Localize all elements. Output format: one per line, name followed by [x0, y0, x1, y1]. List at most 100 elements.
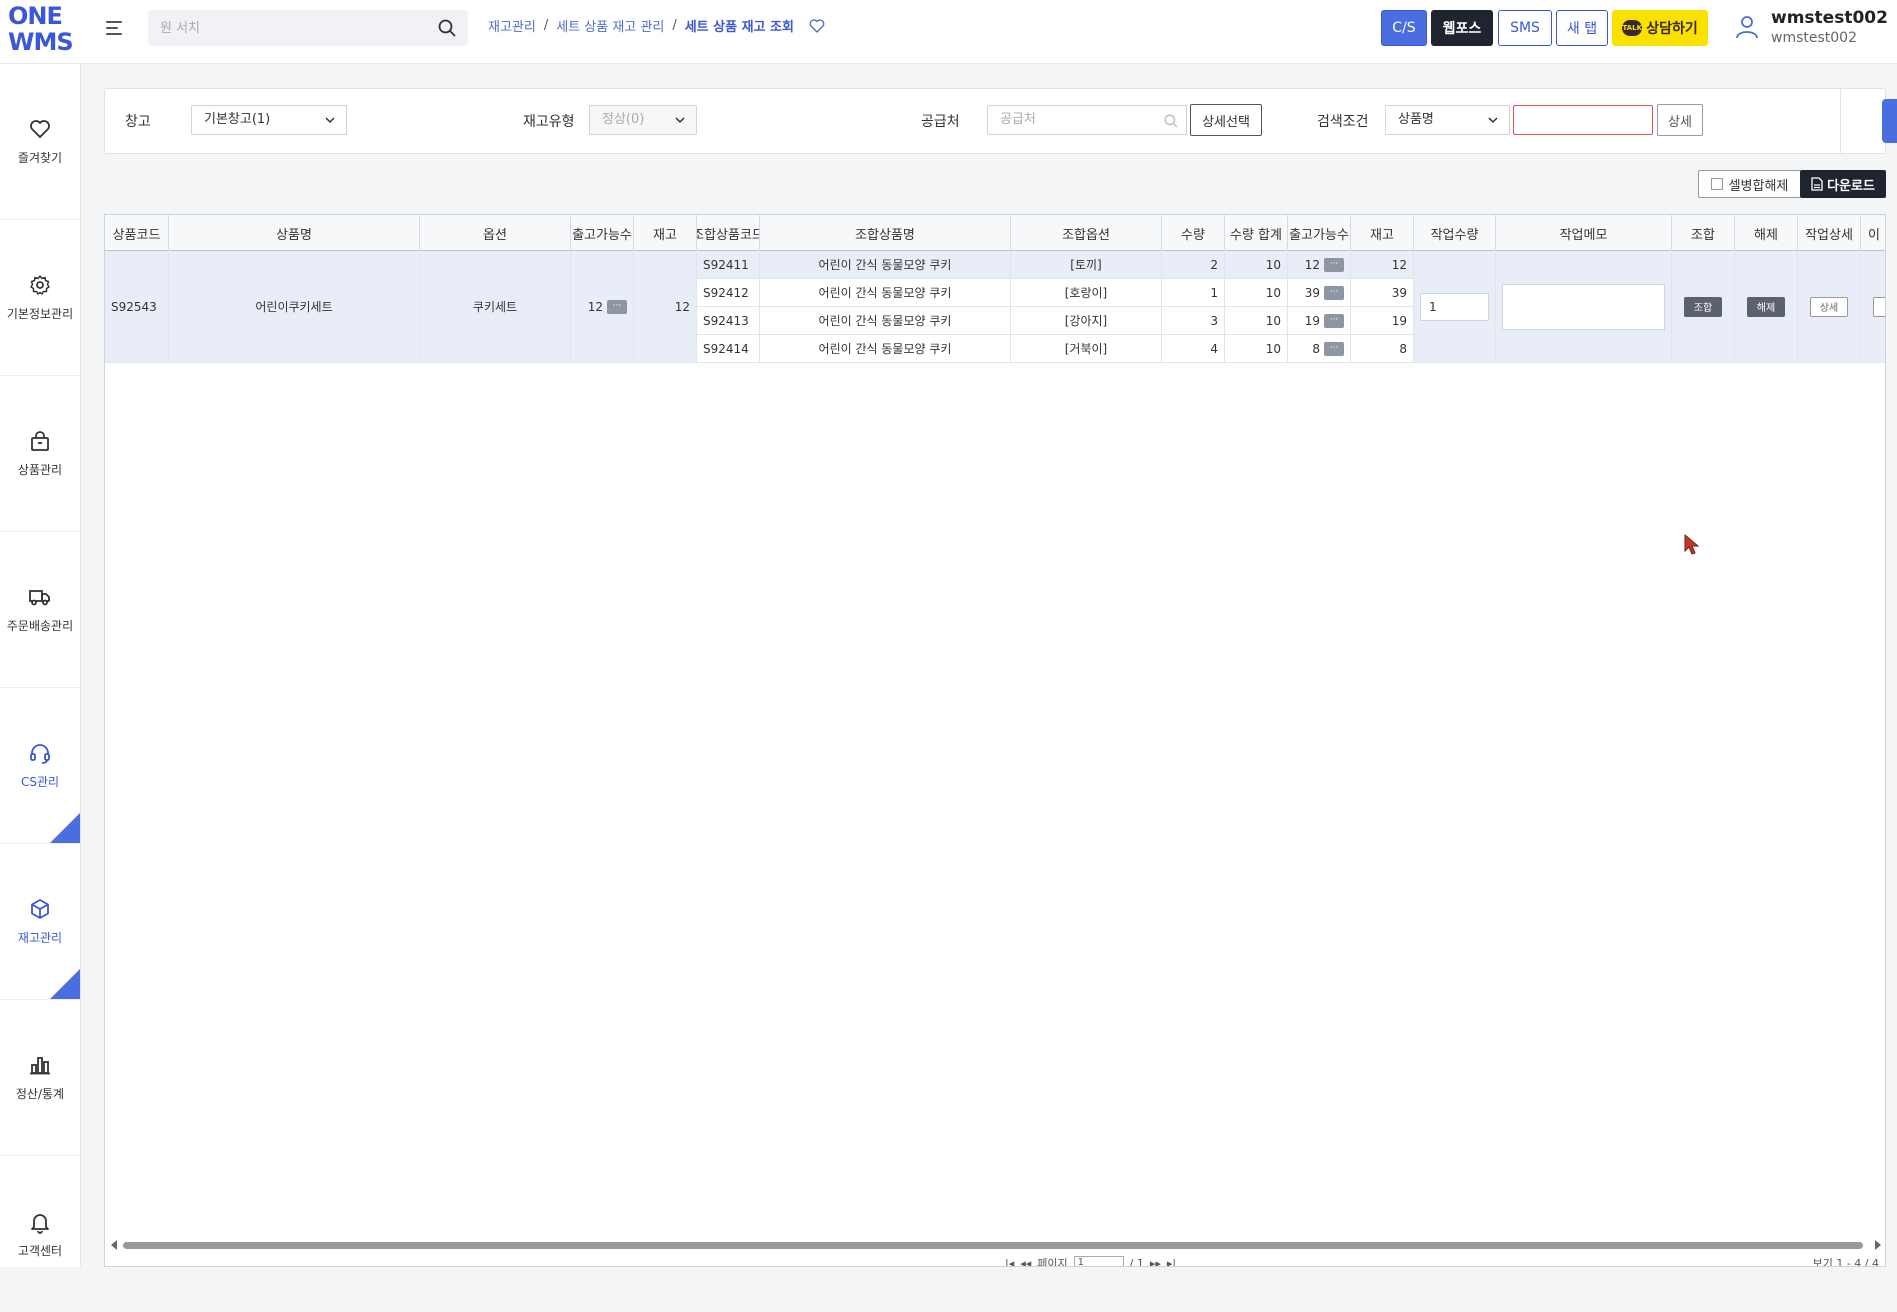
release-button[interactable]: 해제: [1747, 296, 1785, 317]
sidebar-item-order-delivery[interactable]: 주문배송관리: [0, 532, 80, 688]
extra-button[interactable]: [1873, 296, 1885, 317]
component-available[interactable]: 12 ···: [1288, 251, 1351, 279]
column-header[interactable]: 조합상품코드: [697, 215, 760, 251]
component-qty-sum[interactable]: 10: [1225, 335, 1288, 363]
column-header[interactable]: 옵션: [420, 215, 571, 251]
supplier-detail-select-button[interactable]: 상세선택: [1190, 104, 1262, 136]
more-dots-button[interactable]: ···: [1324, 257, 1344, 272]
unmerge-cells-toggle[interactable]: 셀병합해제: [1698, 170, 1801, 198]
user-icon[interactable]: [1734, 14, 1760, 40]
search-button[interactable]: 검색: [1882, 99, 1897, 143]
more-dots-button[interactable]: ···: [1324, 341, 1344, 356]
sidebar-item-cs[interactable]: CS관리: [0, 688, 80, 844]
component-qty[interactable]: 4: [1162, 335, 1225, 363]
sidebar-item-basic-info[interactable]: 기본정보관리: [0, 220, 80, 376]
column-header[interactable]: 재고: [634, 215, 697, 251]
component-stock[interactable]: 19: [1351, 307, 1414, 335]
search-keyword-input[interactable]: [1513, 105, 1653, 135]
component-option[interactable]: [강아지]: [1011, 307, 1162, 335]
component-code[interactable]: S92413: [697, 307, 760, 335]
component-name[interactable]: 어린이 간식 동물모양 쿠키: [760, 279, 1011, 307]
component-option[interactable]: [거북이]: [1011, 335, 1162, 363]
component-name[interactable]: 어린이 간식 동물모양 쿠키: [760, 307, 1011, 335]
set-available-qty[interactable]: 12 ···: [571, 251, 634, 363]
cs-button[interactable]: C/S: [1381, 10, 1427, 46]
component-qty-sum[interactable]: 10: [1225, 279, 1288, 307]
combine-button[interactable]: 조합: [1684, 296, 1722, 317]
component-qty[interactable]: 1: [1162, 279, 1225, 307]
stock-type-select[interactable]: 정상(0): [589, 105, 697, 135]
component-code[interactable]: S92414: [697, 335, 760, 363]
search-icon[interactable]: [438, 19, 456, 37]
scroll-left-icon[interactable]: [111, 1240, 117, 1250]
more-dots-button[interactable]: ···: [1324, 313, 1344, 328]
column-header[interactable]: 상품명: [169, 215, 420, 251]
work-qty-input[interactable]: 1: [1420, 292, 1489, 321]
checkbox[interactable]: [1710, 178, 1723, 190]
column-header[interactable]: 작업수량: [1414, 215, 1496, 251]
breadcrumb-item[interactable]: 재고관리: [488, 16, 536, 35]
column-header[interactable]: 재고: [1351, 215, 1414, 251]
prev-page-icon[interactable]: ◂◂: [1020, 1257, 1031, 1267]
column-header[interactable]: 조합상품명: [760, 215, 1011, 251]
download-button[interactable]: 다운로드: [1800, 170, 1886, 198]
webpos-button[interactable]: 웹포스: [1431, 10, 1493, 46]
component-code[interactable]: S92412: [697, 279, 760, 307]
column-header[interactable]: 상품코드: [105, 215, 169, 251]
scroll-right-icon[interactable]: [1875, 1240, 1881, 1250]
first-page-icon[interactable]: |◂: [1005, 1257, 1014, 1267]
component-code[interactable]: S92411: [697, 251, 760, 279]
scroll-thumb[interactable]: [123, 1242, 1863, 1249]
horizontal-scrollbar[interactable]: [111, 1239, 1881, 1251]
component-available[interactable]: 19 ···: [1288, 307, 1351, 335]
column-header[interactable]: 수량: [1162, 215, 1225, 251]
work-memo-input[interactable]: [1502, 283, 1665, 330]
component-qty-sum[interactable]: 10: [1225, 307, 1288, 335]
more-dots-button[interactable]: ···: [1324, 285, 1344, 300]
column-header[interactable]: 출고가능수: [1288, 215, 1351, 251]
component-stock[interactable]: 39: [1351, 279, 1414, 307]
component-qty[interactable]: 2: [1162, 251, 1225, 279]
component-option[interactable]: [토끼]: [1011, 251, 1162, 279]
column-header[interactable]: 작업상세: [1798, 215, 1861, 251]
set-product-code[interactable]: S92543: [105, 251, 169, 363]
set-product-name[interactable]: 어린이쿠키세트: [169, 251, 420, 363]
user-name[interactable]: wmstest002: [1771, 8, 1888, 28]
next-page-icon[interactable]: ▸▸: [1150, 1257, 1161, 1267]
column-header[interactable]: 해제: [1735, 215, 1798, 251]
warehouse-select[interactable]: 기본창고(1): [191, 105, 347, 135]
component-option[interactable]: [호랑이]: [1011, 279, 1162, 307]
kakao-talk-button[interactable]: TALK 상담하기: [1612, 10, 1708, 46]
column-header[interactable]: 수량 합계: [1225, 215, 1288, 251]
set-stock-qty[interactable]: 12: [634, 251, 697, 363]
search-detail-button[interactable]: 상세: [1657, 104, 1703, 136]
sidebar-item-customer-center[interactable]: 고객센터: [0, 1156, 80, 1312]
menu-icon[interactable]: [104, 18, 124, 38]
global-search-input[interactable]: [160, 18, 430, 38]
column-header[interactable]: 이: [1861, 215, 1885, 251]
onewms-logo[interactable]: ONE WMS: [8, 4, 74, 60]
component-stock[interactable]: 12: [1351, 251, 1414, 279]
supplier-input[interactable]: 공급처: [987, 105, 1187, 135]
column-header[interactable]: 출고가능수: [571, 215, 634, 251]
favorite-heart-icon[interactable]: [808, 17, 826, 35]
component-qty[interactable]: 3: [1162, 307, 1225, 335]
component-name[interactable]: 어린이 간식 동물모양 쿠키: [760, 251, 1011, 279]
column-header[interactable]: 조합: [1672, 215, 1735, 251]
sms-button[interactable]: SMS: [1498, 10, 1552, 46]
sidebar-item-inventory[interactable]: 재고관리: [0, 844, 80, 1000]
sidebar-item-products[interactable]: 상품관리: [0, 376, 80, 532]
search-condition-select[interactable]: 상품명: [1385, 105, 1510, 135]
work-detail-button[interactable]: 상세: [1810, 296, 1848, 317]
breadcrumb-item[interactable]: 세트 상품 재고 관리: [556, 16, 664, 35]
sidebar-item-settlement[interactable]: 정산/통계: [0, 1000, 80, 1156]
page-input[interactable]: 1: [1073, 1256, 1124, 1266]
component-stock[interactable]: 8: [1351, 335, 1414, 363]
component-name[interactable]: 어린이 간식 동물모양 쿠키: [760, 335, 1011, 363]
component-available[interactable]: 8 ···: [1288, 335, 1351, 363]
new-tab-button[interactable]: 새 탭: [1556, 10, 1608, 46]
column-header[interactable]: 작업메모: [1496, 215, 1672, 251]
component-available[interactable]: 39 ···: [1288, 279, 1351, 307]
sidebar-item-favorites[interactable]: 즐겨찾기: [0, 64, 80, 220]
set-product-option[interactable]: 쿠키세트: [420, 251, 571, 363]
